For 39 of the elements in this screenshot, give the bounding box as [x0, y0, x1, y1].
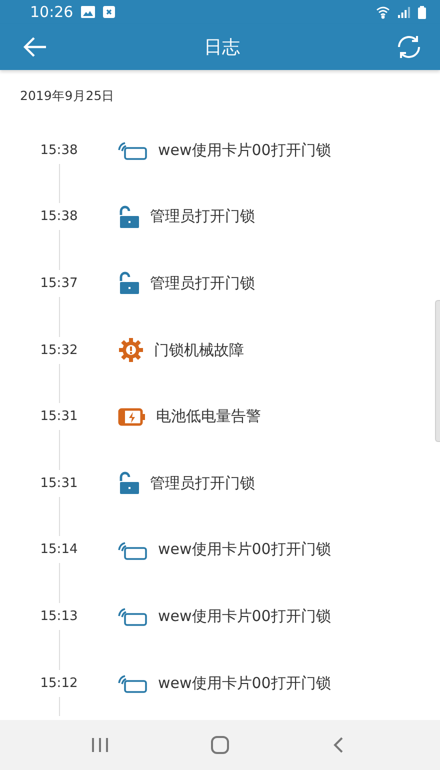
log-time: 15:14 — [40, 542, 78, 558]
refresh-icon — [395, 33, 423, 61]
log-message: wew使用卡片00打开门锁 — [158, 540, 331, 560]
log-message: 管理员打开门锁 — [150, 474, 255, 493]
card-icon — [118, 540, 148, 560]
date-heading: 2019年9月25日 — [19, 87, 116, 105]
signal-icon — [398, 6, 410, 18]
notification-icon — [103, 6, 116, 18]
status-time: 10:26 — [30, 3, 74, 21]
log-time: 15:12 — [40, 676, 78, 691]
low-battery-icon — [118, 408, 146, 426]
log-time: 15:38 — [40, 142, 78, 158]
image-icon — [81, 6, 96, 18]
log-time: 15:38 — [40, 209, 78, 224]
unlock-icon — [118, 471, 140, 496]
log-message: 管理员打开门锁 — [150, 274, 255, 293]
log-time: 15:37 — [40, 276, 78, 291]
log-message: 电池低电量告警 — [156, 407, 261, 426]
card-icon — [118, 673, 148, 694]
wifi-icon — [376, 5, 390, 19]
card-icon — [118, 140, 148, 160]
log-message: 管理员打开门锁 — [150, 207, 255, 226]
log-message: 门锁机械故障 — [154, 340, 244, 360]
log-time: 15:31 — [40, 409, 78, 424]
recent-apps-icon — [91, 737, 109, 753]
back-arrow-icon — [22, 36, 48, 58]
log-time: 15:31 — [40, 476, 78, 491]
warning-gear-icon — [118, 337, 144, 364]
log-time: 15:32 — [40, 342, 78, 358]
log-message: wew使用卡片00打开门锁 — [158, 674, 331, 693]
unlock-icon — [118, 204, 140, 229]
log-time: 15:13 — [40, 608, 78, 624]
card-icon — [118, 606, 148, 626]
home-icon — [210, 735, 230, 755]
log-message: wew使用卡片00打开门锁 — [158, 140, 331, 160]
unlock-icon — [118, 271, 140, 296]
log-message: wew使用卡片00打开门锁 — [158, 606, 331, 626]
battery-icon — [418, 6, 426, 18]
page-title: 日志 — [204, 36, 240, 59]
